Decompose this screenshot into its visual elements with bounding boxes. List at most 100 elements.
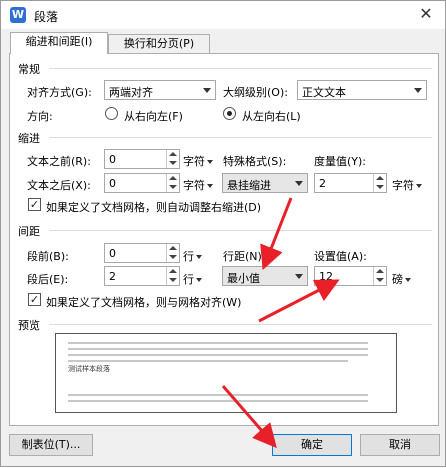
tab-indent-spacing[interactable]: 缩进和间距(I) [10, 32, 108, 54]
chevron-down-icon [196, 278, 202, 282]
spin-down-icon[interactable] [376, 185, 384, 189]
tab-stops-button[interactable]: 制表位(T)... [9, 434, 93, 456]
setting-value-unit[interactable]: 磅 [392, 271, 411, 287]
unit-label: 行 [183, 273, 194, 286]
unit-label: 字符 [392, 179, 414, 192]
chevron-down-icon [207, 184, 213, 188]
spin-down-icon[interactable] [169, 278, 177, 282]
chevron-down-icon [295, 274, 303, 279]
auto-adjust-indent-label: 如果定义了文档网格，则自动调整右缩进(D) [46, 201, 262, 214]
measure-value: 2 [319, 177, 326, 190]
indent-before-unit[interactable]: 字符 [183, 153, 213, 169]
paragraph-preview: 测试样本段落 [55, 333, 397, 413]
alignment-select[interactable]: 两端对齐 [104, 80, 216, 100]
direction-ltr-label: 从左向右(L) [242, 110, 301, 123]
spin-down-icon[interactable] [169, 185, 177, 189]
grid-align-checkbox[interactable]: ✓ [28, 293, 41, 306]
preview-sample-text: 测试样本段落 [68, 365, 110, 373]
indent-section-title: 缩进 [18, 132, 40, 145]
spacing-before-label: 段前(B): [27, 250, 69, 263]
spacing-section-title: 间距 [18, 225, 40, 238]
auto-adjust-indent-checkbox[interactable]: ✓ [28, 198, 41, 211]
ok-button[interactable]: 确定 [272, 434, 352, 456]
special-format-value: 悬挂缩进 [227, 179, 271, 192]
tab-label: 换行和分页(P) [123, 37, 195, 50]
spin-down-icon[interactable] [376, 278, 384, 282]
spin-up-icon[interactable] [376, 176, 384, 180]
preview-next-line [68, 400, 368, 402]
direction-ltr-radio[interactable] [223, 107, 236, 120]
indent-before-value: 0 [109, 153, 116, 166]
special-format-select[interactable]: 悬挂缩进 [222, 173, 308, 193]
unit-label: 行 [183, 250, 194, 263]
spacing-before-value: 0 [109, 247, 116, 260]
direction-rtl-label: 从右向左(F) [124, 110, 183, 123]
preview-section-title: 预览 [18, 319, 40, 332]
alignment-value: 两端对齐 [109, 86, 153, 99]
chevron-down-icon [203, 88, 211, 93]
section-divider [49, 137, 432, 138]
chevron-down-icon [196, 255, 202, 259]
chevron-down-icon [295, 181, 303, 186]
section-divider [49, 68, 432, 69]
setting-value-label: 设置值(A): [314, 250, 367, 263]
spacing-after-spinner[interactable]: 2 [104, 266, 180, 286]
line-spacing-label: 行距(N): [223, 250, 266, 263]
chevron-down-icon [207, 160, 213, 164]
measure-label: 度量值(Y): [314, 155, 367, 168]
cancel-button[interactable]: 取消 [360, 434, 440, 456]
preview-prev-line [68, 348, 368, 350]
special-format-label: 特殊格式(S): [223, 155, 287, 168]
spin-up-icon[interactable] [169, 152, 177, 156]
chevron-down-icon [405, 278, 411, 282]
indent-after-value: 0 [109, 177, 116, 190]
measure-spinner[interactable]: 2 [314, 173, 387, 193]
indent-after-unit[interactable]: 字符 [183, 177, 213, 193]
chevron-down-icon [414, 88, 422, 93]
dialog-title: 段落 [34, 10, 59, 24]
tab-line-page-breaks[interactable]: 换行和分页(P) [108, 34, 210, 54]
spin-down-icon[interactable] [169, 255, 177, 259]
line-spacing-select[interactable]: 最小值 [222, 266, 308, 286]
preview-prev-line [68, 360, 348, 362]
spacing-before-spinner[interactable]: 0 [104, 243, 180, 263]
chevron-down-icon [416, 184, 422, 188]
spin-down-icon[interactable] [169, 161, 177, 165]
measure-unit[interactable]: 字符 [392, 177, 422, 193]
general-section-title: 常规 [18, 63, 40, 76]
title-bar: W 段落 ✕ [1, 1, 445, 29]
spacing-after-value: 2 [109, 270, 116, 283]
indent-before-spinner[interactable]: 0 [104, 149, 180, 169]
spin-up-icon[interactable] [376, 269, 384, 273]
line-spacing-value: 最小值 [227, 272, 260, 285]
direction-label: 方向: [27, 110, 53, 123]
section-divider [49, 230, 432, 231]
outline-level-select[interactable]: 正文文本 [297, 80, 427, 100]
spacing-after-unit[interactable]: 行 [183, 271, 202, 287]
setting-value: 12 [319, 270, 333, 283]
alignment-label: 对齐方式(G): [27, 86, 92, 99]
tab-label: 缩进和间距(I) [25, 35, 93, 48]
unit-label: 字符 [183, 179, 205, 192]
outline-level-label: 大纲级别(O): [223, 86, 288, 99]
wps-writer-icon: W [10, 7, 26, 23]
indent-after-spinner[interactable]: 0 [104, 173, 180, 193]
unit-label: 磅 [392, 273, 403, 286]
outline-level-value: 正文文本 [302, 86, 346, 99]
direction-rtl-radio[interactable] [105, 107, 118, 120]
spacing-after-label: 段后(E): [27, 273, 69, 286]
indent-before-label: 文本之前(R): [27, 155, 91, 168]
close-icon[interactable]: ✕ [413, 4, 439, 24]
spin-up-icon[interactable] [169, 176, 177, 180]
preview-prev-line [68, 354, 368, 356]
spacing-before-unit[interactable]: 行 [183, 248, 202, 264]
indent-after-label: 文本之后(X): [27, 179, 91, 192]
section-divider [49, 324, 432, 325]
spin-up-icon[interactable] [169, 269, 177, 273]
unit-label: 字符 [183, 155, 205, 168]
paragraph-dialog: W 段落 ✕ 缩进和间距(I) 换行和分页(P) 常规 对齐方式(G): 两端对… [0, 0, 446, 467]
spin-up-icon[interactable] [169, 246, 177, 250]
grid-align-label: 如果定义了文档网格，则与网格对齐(W) [46, 296, 242, 309]
setting-value-spinner[interactable]: 12 [314, 266, 387, 286]
preview-next-line [68, 394, 368, 396]
